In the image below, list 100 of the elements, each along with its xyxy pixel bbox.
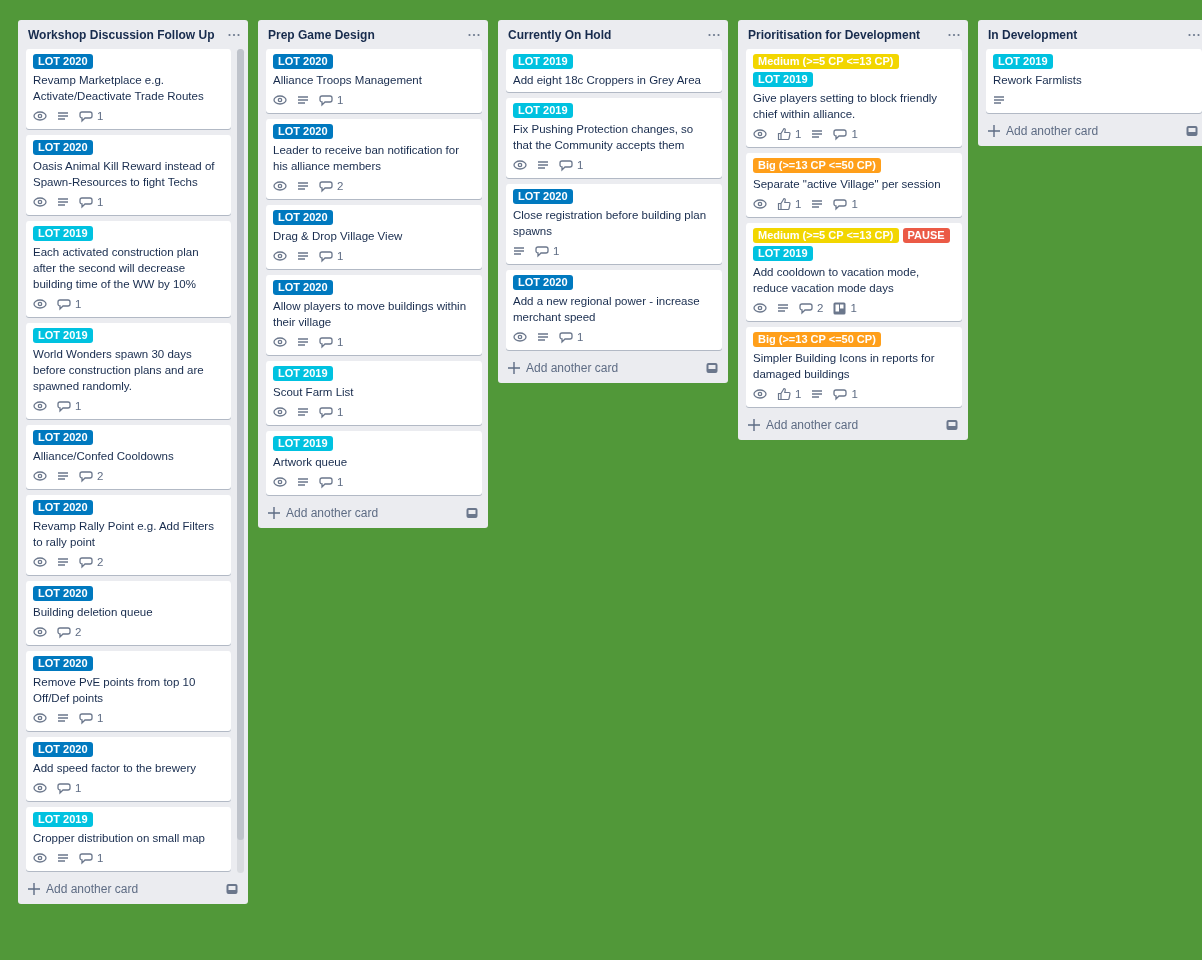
eye-icon xyxy=(33,711,47,725)
list-title[interactable]: Currently On Hold xyxy=(508,28,612,42)
card[interactable]: LOT 2020 Alliance Troops Management 1 xyxy=(266,49,482,113)
card-label[interactable]: LOT 2020 xyxy=(33,140,93,155)
card[interactable]: LOT 2020 Remove PvE points from top 10 Off/Def points 1 xyxy=(26,651,231,731)
card-label[interactable]: LOT 2020 xyxy=(33,500,93,515)
card[interactable]: LOT 2019 Fix Pushing Protection changes, so that the Community accepts them 1 xyxy=(506,98,722,178)
description-lines-icon xyxy=(57,196,69,208)
more-icon[interactable] xyxy=(228,33,240,37)
more-icon[interactable] xyxy=(708,33,720,37)
card-title: Drag & Drop Village View xyxy=(273,229,404,244)
card[interactable]: LOT 2020 Oasis Animal Kill Reward instead of Spawn-Resources to fight Techs 1 xyxy=(26,135,231,215)
card-label[interactable]: LOT 2020 xyxy=(273,210,333,225)
add-card-button[interactable]: Add another card xyxy=(748,416,859,434)
card-label[interactable]: LOT 2020 xyxy=(33,430,93,445)
card[interactable]: Medium (>=5 CP <=13 CP) PAUSE LOT 2019 Add cooldown to vacation mode, reduce vacation mode days 2 1 xyxy=(746,223,962,321)
add-card-button[interactable]: Add another card xyxy=(268,504,379,522)
badge-count: 1 xyxy=(577,331,584,343)
badge-count: 1 xyxy=(795,388,802,400)
description-lines-icon xyxy=(537,331,549,343)
add-card-button[interactable]: Add another card xyxy=(28,880,139,898)
card-label[interactable]: LOT 2020 xyxy=(33,54,93,69)
badge-count: 1 xyxy=(851,198,858,210)
card-title: Oasis Animal Kill Reward instead of Spawn-Resources to fight Techs xyxy=(33,159,216,190)
card[interactable]: LOT 2020 Building deletion queue 2 xyxy=(26,581,231,645)
comment-icon xyxy=(319,93,333,107)
eye-icon xyxy=(273,405,287,419)
eye-icon xyxy=(33,555,47,569)
more-icon[interactable] xyxy=(468,33,480,37)
card[interactable]: LOT 2019 Cropper distribution on small map 1 xyxy=(26,807,231,871)
eye-icon xyxy=(273,249,287,263)
scrollbar[interactable] xyxy=(237,49,244,873)
card-template-icon[interactable] xyxy=(1186,125,1198,137)
description-lines-icon xyxy=(811,128,824,140)
card[interactable]: LOT 2019 Artwork queue 1 xyxy=(266,431,482,495)
card[interactable]: LOT 2019 Each activated construction plan after the second will decrease building time of the WW by 10% 1 xyxy=(26,221,231,317)
list-title[interactable]: Prioritisation for Development xyxy=(748,28,921,42)
card-title: Artwork queue xyxy=(273,455,349,470)
eye-icon xyxy=(273,335,287,349)
card-title: Leader to receive ban notification for his alliance members xyxy=(273,143,461,174)
eye-icon xyxy=(33,469,47,483)
comment-icon xyxy=(319,475,333,489)
description-lines-icon xyxy=(513,245,525,257)
card-label[interactable]: LOT 2020 xyxy=(33,586,93,601)
card[interactable]: LOT 2020 Leader to receive ban notification for his alliance members 2 xyxy=(266,119,482,199)
card[interactable]: LOT 2020 Add a new regional power - increase merchant speed 1 xyxy=(506,270,722,350)
add-card-button[interactable]: Add another card xyxy=(988,122,1099,140)
badge-count: 1 xyxy=(795,198,802,210)
badge-count: 2 xyxy=(337,180,344,192)
comment-icon xyxy=(57,399,71,413)
card[interactable]: LOT 2020 Alliance/Confed Cooldowns 2 xyxy=(26,425,231,489)
card-template-icon[interactable] xyxy=(706,362,718,374)
card-title: Revamp Rally Point e.g. Add Filters to rally point xyxy=(33,519,215,550)
card-title: Give players setting to block friendly chief within alliance. xyxy=(753,91,939,122)
list-title[interactable]: In Development xyxy=(988,28,1078,42)
card-title: Remove PvE points from top 10 Off/Def points xyxy=(33,675,197,706)
card-label[interactable]: LOT 2020 xyxy=(513,275,573,290)
comment-icon xyxy=(319,249,333,263)
card-label[interactable]: LOT 2020 xyxy=(33,742,93,757)
badge-count: 1 xyxy=(75,782,82,794)
card-title: Allow players to move buildings within their village xyxy=(273,299,468,330)
card[interactable]: Big (>=13 CP <=50 CP) Simpler Building Icons in reports for damaged buildings 1 1 xyxy=(746,327,962,407)
card[interactable]: Big (>=13 CP <=50 CP) Separate "active Village" per session 1 1 xyxy=(746,153,962,217)
card[interactable]: LOT 2019 Rework Farmlists xyxy=(986,49,1202,113)
card[interactable]: LOT 2020 Revamp Rally Point e.g. Add Filters to rally point 2 xyxy=(26,495,231,575)
card-title: Simpler Building Icons in reports for damaged buildings xyxy=(753,351,936,382)
badge-count: 1 xyxy=(97,712,104,724)
card-label[interactable]: LOT 2020 xyxy=(273,54,333,69)
card[interactable]: LOT 2019 World Wonders spawn 30 days before construction plans and are spawned randomly. 1 xyxy=(26,323,231,419)
description-lines-icon xyxy=(811,388,824,400)
eye-icon xyxy=(513,158,527,172)
badge-count: 1 xyxy=(75,298,82,310)
plus-icon xyxy=(988,125,1000,137)
card[interactable]: LOT 2020 Allow players to move buildings within their village 1 xyxy=(266,275,482,355)
card[interactable]: LOT 2020 Drag & Drop Village View 1 xyxy=(266,205,482,269)
eye-icon xyxy=(273,93,287,107)
card[interactable]: LOT 2020 Add speed factor to the brewery 1 xyxy=(26,737,231,801)
eye-icon xyxy=(33,851,47,865)
card-title: Close registration before building plan spawns xyxy=(513,208,708,239)
more-icon[interactable] xyxy=(1188,33,1200,37)
card-template-icon[interactable] xyxy=(226,883,238,895)
comment-icon xyxy=(57,781,71,795)
comment-icon xyxy=(319,405,333,419)
card-label[interactable]: LOT 2020 xyxy=(513,189,573,204)
list-title[interactable]: Prep Game Design xyxy=(268,28,375,42)
more-icon[interactable] xyxy=(948,33,960,37)
badge-count: 1 xyxy=(553,245,560,257)
card-label[interactable]: LOT 2020 xyxy=(273,124,333,139)
card[interactable]: LOT 2020 Close registration before building plan spawns 1 xyxy=(506,184,722,264)
description-lines-icon xyxy=(537,159,549,171)
card[interactable]: LOT 2019 Add eight 18c Croppers in Grey Area xyxy=(506,49,722,92)
add-card-button[interactable]: Add another card xyxy=(508,359,619,377)
card-template-icon[interactable] xyxy=(466,507,478,519)
card[interactable]: LOT 2019 Scout Farm List 1 xyxy=(266,361,482,425)
card-label[interactable]: LOT 2020 xyxy=(273,280,333,295)
list-title[interactable]: Workshop Discussion Follow Up xyxy=(28,28,215,42)
card-label[interactable]: LOT 2020 xyxy=(33,656,93,671)
card[interactable]: LOT 2020 Revamp Marketplace e.g. Activate/Deactivate Trade Routes 1 xyxy=(26,49,231,129)
card-template-icon[interactable] xyxy=(946,419,958,431)
card-label[interactable]: PAUSE xyxy=(902,228,950,243)
